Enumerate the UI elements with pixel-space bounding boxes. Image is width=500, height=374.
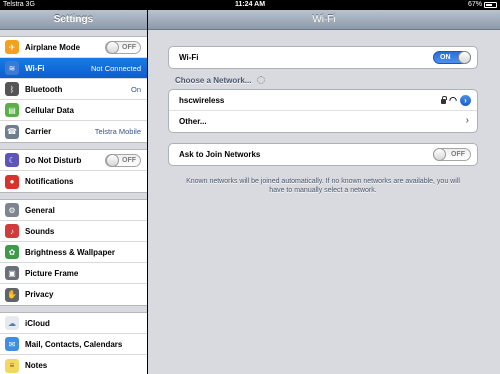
gear-icon: ⚙: [5, 203, 19, 217]
sidebar-item-do-not-disturb[interactable]: ☾ Do Not Disturb OFF: [0, 150, 147, 171]
wifi-detail-pane: Wi-Fi Wi-Fi ON Choose a Network... hscwi…: [148, 10, 500, 374]
network-item-hscwireless[interactable]: hscwireless ◠ ›: [169, 90, 477, 111]
page-title: Wi-Fi: [148, 10, 500, 30]
hand-icon: ✋: [5, 287, 19, 302]
sidebar-item-label: Cellular Data: [25, 105, 74, 115]
sidebar-group-accounts: ☁ iCloud ✉ Mail, Contacts, Calendars ≡ N…: [0, 312, 147, 374]
cellular-icon: ▤: [5, 103, 19, 117]
sidebar-item-label: Carrier: [25, 127, 52, 136]
settings-sidebar: Settings ✈ Airplane Mode OFF ≋ Wi-Fi Not…: [0, 10, 147, 374]
ask-to-join-footnote: Known networks will be joined automatica…: [186, 178, 460, 194]
sidebar-item-carrier[interactable]: ☎ Carrier Telstra Mobile: [0, 121, 147, 142]
network-item-other[interactable]: Other... ›: [169, 111, 477, 132]
sidebar-group-notifications: ☾ Do Not Disturb OFF ● Notifications: [0, 149, 147, 193]
bluetooth-icon: ᛒ: [5, 82, 19, 96]
sidebar-item-label: Notifications: [25, 177, 74, 186]
sidebar-item-notes[interactable]: ≡ Notes: [0, 355, 147, 374]
sidebar-item-label: Wi-Fi: [25, 63, 45, 73]
sidebar-item-privacy[interactable]: ✋ Privacy: [0, 284, 147, 305]
mail-icon: ✉: [5, 337, 19, 351]
battery-percentage: 67%: [467, 1, 482, 8]
choose-network-header: Choose a Network...: [175, 76, 266, 85]
moon-icon: ☾: [5, 153, 19, 167]
sidebar-item-label: Do Not Disturb: [25, 155, 82, 165]
clock: 11:24 AM: [234, 1, 266, 8]
lock-icon: [441, 96, 448, 104]
sidebar-item-notifications[interactable]: ● Notifications: [0, 171, 147, 192]
cloud-icon: ☁: [5, 316, 19, 330]
wifi-toggle[interactable]: ON: [433, 51, 471, 64]
detail-disclosure-button[interactable]: ›: [460, 95, 471, 106]
ask-to-join-card: Ask to Join Networks OFF: [168, 143, 478, 166]
sidebar-item-label: Privacy: [25, 290, 54, 299]
sidebar-item-general[interactable]: ⚙ General: [0, 200, 147, 221]
sidebar-item-sounds[interactable]: ♪ Sounds: [0, 221, 147, 242]
status-bar: Telstra 3G 11:24 AM 67%: [0, 0, 500, 10]
sidebar-item-label: General: [25, 205, 55, 215]
sidebar-item-bluetooth[interactable]: ᛒ Bluetooth On: [0, 79, 147, 100]
brightness-icon: ✿: [5, 245, 19, 259]
sidebar-item-label: iCloud: [25, 318, 50, 328]
phone-icon: ☎: [5, 124, 19, 139]
network-name: Other...: [179, 117, 207, 126]
sidebar-title: Settings: [0, 10, 147, 30]
sidebar-item-brightness-wallpaper[interactable]: ✿ Brightness & Wallpaper: [0, 242, 147, 263]
sidebar-item-value: Not Connected: [90, 63, 141, 73]
do-not-disturb-toggle[interactable]: OFF: [105, 154, 141, 167]
notes-icon: ≡: [5, 358, 19, 373]
sidebar-item-label: Picture Frame: [25, 268, 79, 278]
sidebar-item-value: On: [130, 84, 141, 94]
sidebar-item-label: Sounds: [25, 226, 55, 236]
notifications-icon: ●: [5, 174, 19, 189]
sidebar-item-wifi[interactable]: ≋ Wi-Fi Not Connected: [0, 58, 147, 79]
battery-icon: [484, 2, 497, 8]
sidebar-item-icloud[interactable]: ☁ iCloud: [0, 313, 147, 334]
network-name: hscwireless: [179, 95, 225, 105]
wifi-icon: ≋: [5, 61, 19, 75]
ask-to-join-toggle[interactable]: OFF: [433, 148, 471, 161]
wifi-row: Wi-Fi ON: [169, 47, 477, 68]
sidebar-item-label: Bluetooth: [25, 84, 63, 94]
airplane-icon: ✈: [5, 40, 19, 54]
speaker-icon: ♪: [5, 224, 19, 238]
network-list: hscwireless ◠ › Other... ›: [168, 89, 478, 133]
wifi-toggle-card: Wi-Fi ON: [168, 46, 478, 69]
sidebar-group-connectivity: ✈ Airplane Mode OFF ≋ Wi-Fi Not Connecte…: [0, 36, 147, 143]
ask-to-join-row: Ask to Join Networks OFF: [169, 144, 477, 165]
sidebar-item-label: Brightness & Wallpaper: [25, 247, 115, 257]
sidebar-item-mail-contacts-calendars[interactable]: ✉ Mail, Contacts, Calendars: [0, 334, 147, 355]
sidebar-item-value: Telstra Mobile: [94, 127, 141, 136]
sidebar-group-device: ⚙ General ♪ Sounds ✿ Brightness & Wallpa…: [0, 199, 147, 306]
airplane-mode-toggle[interactable]: OFF: [105, 41, 141, 54]
ask-to-join-label: Ask to Join Networks: [179, 150, 261, 159]
sidebar-item-airplane-mode[interactable]: ✈ Airplane Mode OFF: [0, 37, 147, 58]
sidebar-item-label: Notes: [25, 361, 48, 370]
loading-spinner-icon: [257, 76, 266, 84]
sidebar-item-picture-frame[interactable]: ▣ Picture Frame: [0, 263, 147, 284]
chevron-right-icon: ›: [465, 115, 469, 126]
wifi-label: Wi-Fi: [179, 53, 199, 62]
picture-frame-icon: ▣: [5, 266, 19, 280]
sidebar-item-cellular-data[interactable]: ▤ Cellular Data: [0, 100, 147, 121]
sidebar-item-label: Airplane Mode: [25, 42, 81, 52]
sidebar-item-label: Mail, Contacts, Calendars: [25, 339, 123, 349]
wifi-signal-icon: ◠: [449, 95, 457, 105]
